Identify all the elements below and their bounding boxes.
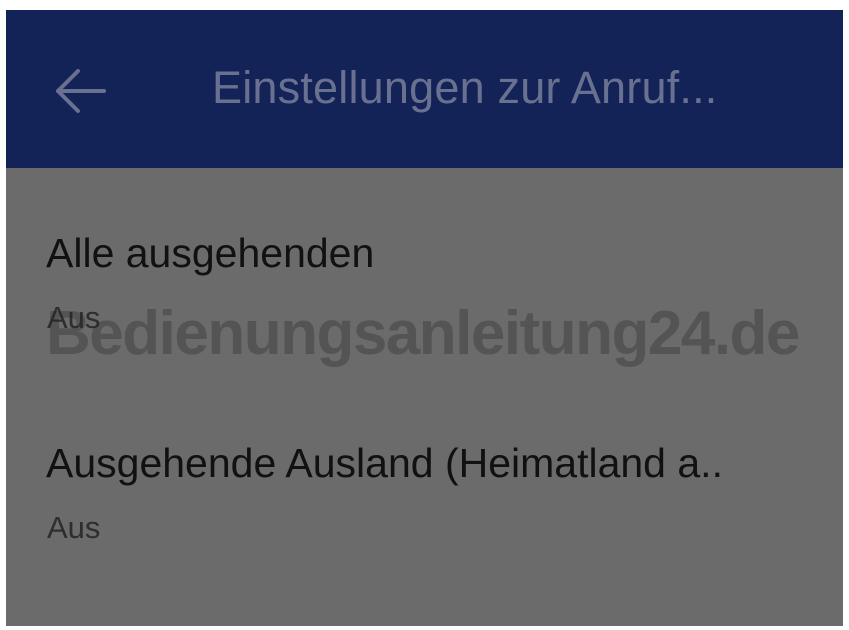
app-bar: Einstellungen zur Anruf...	[6, 10, 843, 168]
page-title: Einstellungen zur Anruf...	[212, 62, 718, 113]
back-button[interactable]	[52, 66, 112, 116]
arrow-back-icon	[56, 69, 106, 113]
setting-item-outgoing-international[interactable]: Ausgehende Ausland (Heimatland a.. Aus	[6, 410, 843, 594]
device-frame: Einstellungen zur Anruf... Alle ausgehen…	[0, 0, 849, 630]
setting-title: Ausgehende Ausland (Heimatland a..	[46, 440, 723, 486]
setting-item-all-outgoing[interactable]: Alle ausgehenden Aus	[6, 200, 843, 384]
phone-screen: Einstellungen zur Anruf... Alle ausgehen…	[6, 10, 843, 626]
setting-title: Alle ausgehenden	[46, 230, 375, 276]
setting-status: Aus	[47, 300, 101, 335]
setting-status: Aus	[47, 510, 101, 545]
